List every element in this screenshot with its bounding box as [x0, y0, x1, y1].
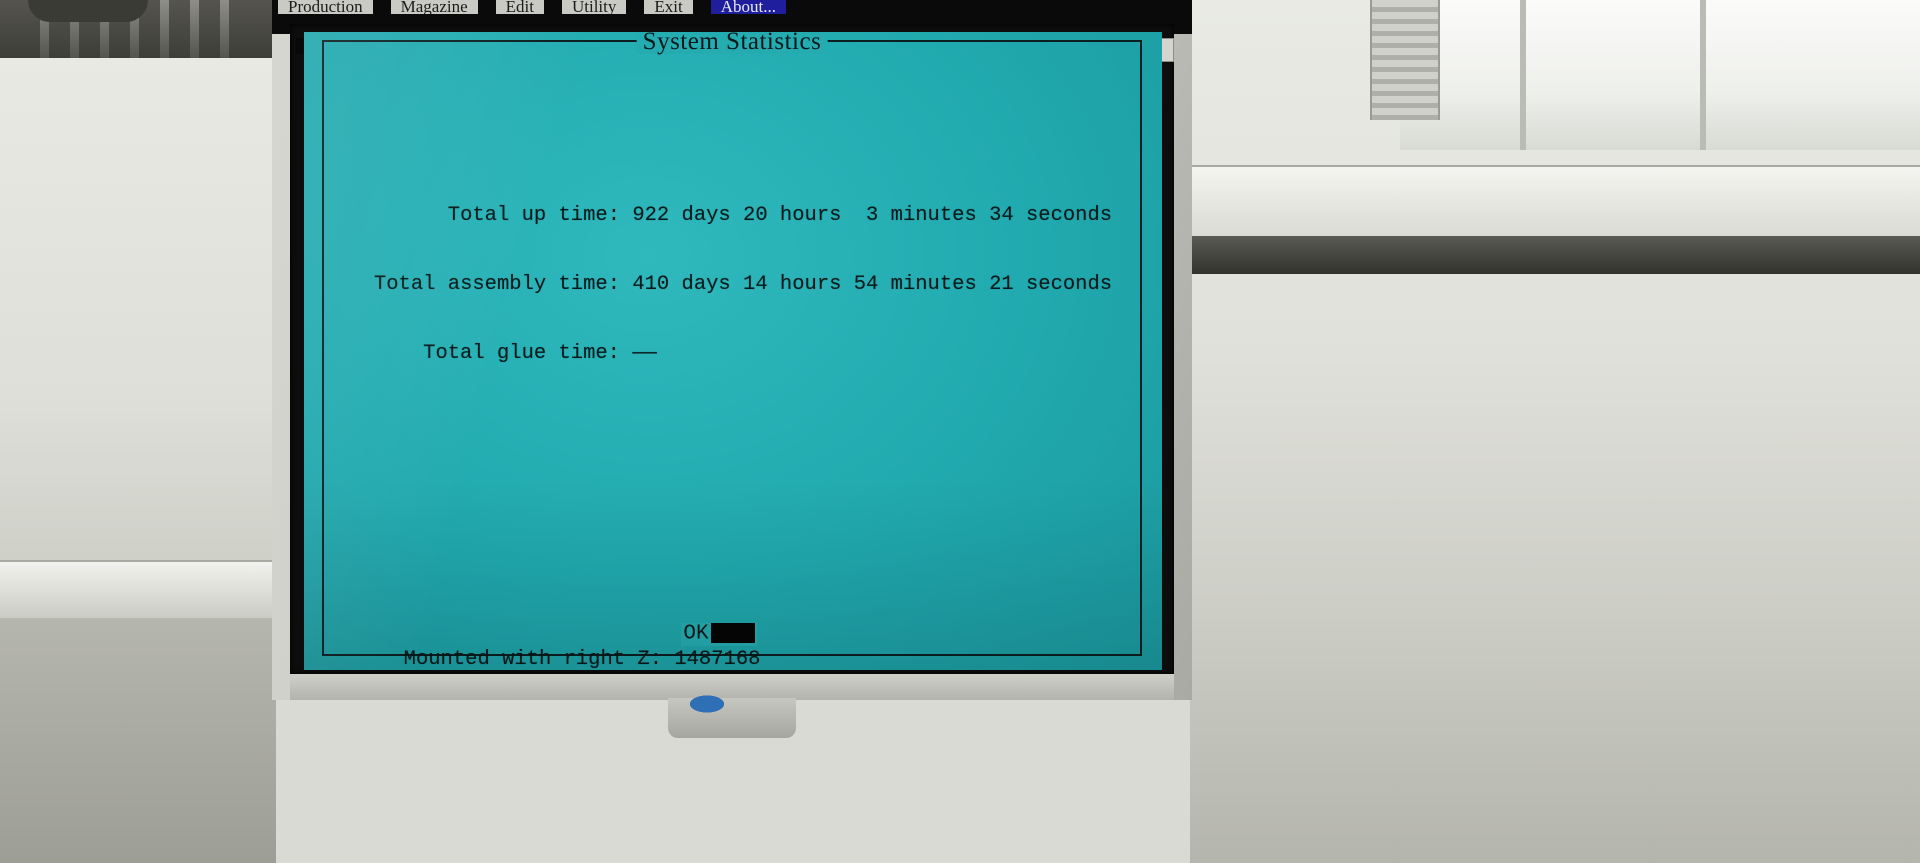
menu-item-utility[interactable]: Utility — [561, 0, 627, 14]
screen-frame: System Statistics Total up time: 922 day… — [290, 24, 1174, 674]
crt-monitor: Production Magazine Edit Utility Exit Ab… — [272, 0, 1192, 863]
monitor-brand-logo — [687, 694, 727, 714]
monitor-chin — [290, 674, 1174, 700]
value-mounted-right-z: 1487168 — [674, 648, 761, 670]
background-counter-left — [0, 560, 276, 620]
stat-row-total-glue-time: Total glue time: —— — [362, 342, 1140, 365]
background-duct — [1370, 0, 1440, 120]
dialog-content: Total up time: 922 days 20 hours 3 minut… — [324, 42, 1140, 670]
dialog-button-bar: OK — [324, 623, 1144, 646]
ok-button-label: OK — [683, 623, 709, 646]
label-mounted-right-z: Mounted with right Z: — [403, 648, 662, 670]
stat-row-mounted-right-z: Mounted with right Z: 1487168 — [400, 648, 1140, 670]
label-total-glue-time: Total glue time: — [423, 342, 620, 365]
menu-bar[interactable]: Production Magazine Edit Utility Exit Ab… — [278, 0, 1180, 14]
label-total-assembly-time: Total assembly time: — [373, 273, 620, 296]
value-total-up-time: 922 days 20 hours 3 minutes 34 seconds — [632, 204, 1113, 227]
photo-scene: Production Magazine Edit Utility Exit Ab… — [0, 0, 1920, 863]
time-stats-group: Total up time: 922 days 20 hours 3 minut… — [362, 158, 1140, 411]
label-total-up-time: Total up time: — [447, 204, 620, 227]
menu-item-production[interactable]: Production — [278, 0, 373, 14]
value-total-glue-time: —— — [632, 342, 657, 365]
ok-button[interactable]: OK — [681, 623, 757, 646]
crt-screen: System Statistics Total up time: 922 day… — [304, 32, 1162, 670]
menu-item-exit[interactable]: Exit — [644, 0, 693, 14]
system-statistics-dialog: System Statistics Total up time: 922 day… — [322, 32, 1144, 670]
menu-item-edit[interactable]: Edit — [495, 0, 544, 14]
background-floor-left — [0, 618, 276, 863]
menu-item-about[interactable]: About... — [710, 0, 786, 14]
menu-item-magazine[interactable]: Magazine — [390, 0, 478, 14]
background-window — [1400, 0, 1920, 150]
background-object-left — [28, 0, 148, 22]
stat-row-total-assembly-time: Total assembly time: 410 days 14 hours 5… — [362, 273, 1140, 296]
ok-button-shadow — [710, 623, 755, 644]
value-total-assembly-time: 410 days 14 hours 54 minutes 21 seconds — [632, 273, 1113, 296]
background-shelf-right — [1190, 236, 1920, 274]
stat-row-total-up-time: Total up time: 922 days 20 hours 3 minut… — [362, 204, 1140, 227]
